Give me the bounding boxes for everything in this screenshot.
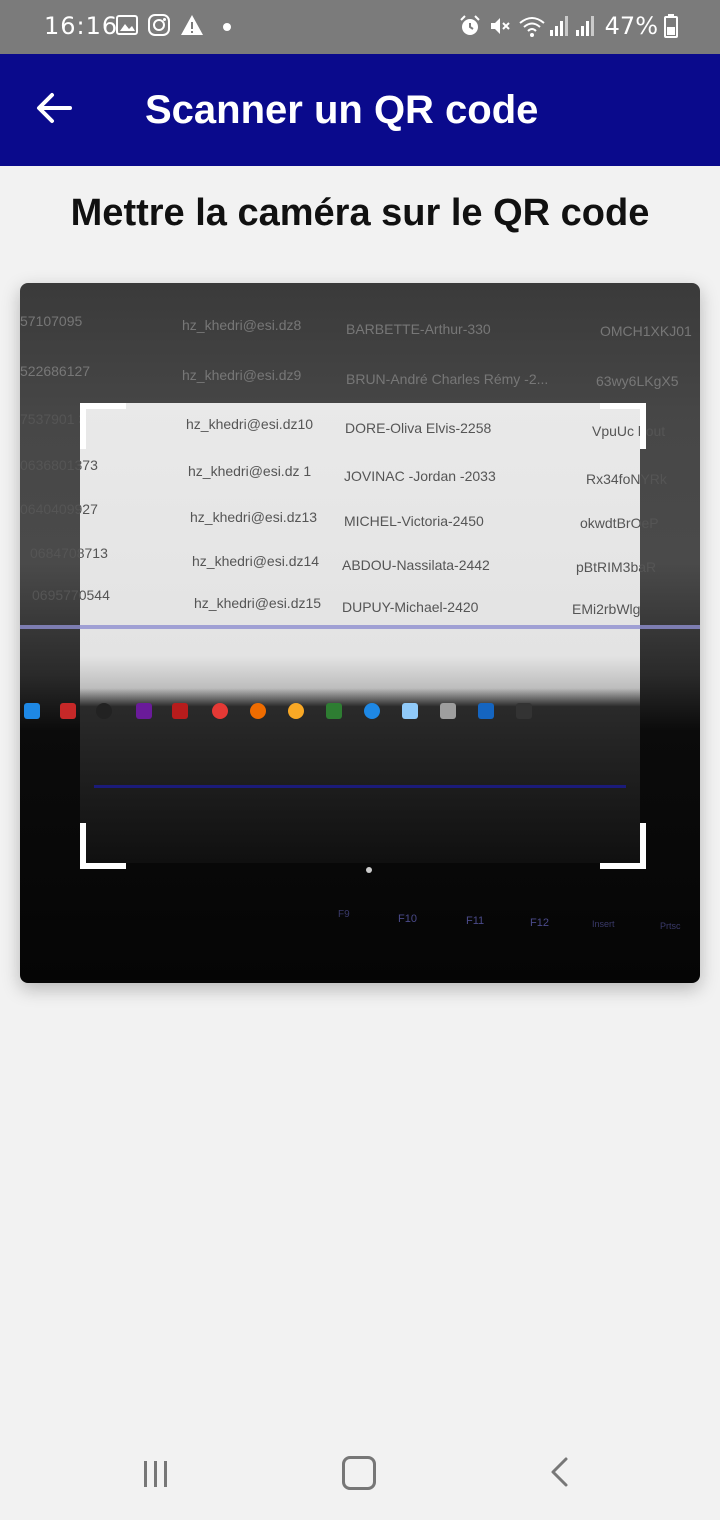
system-nav-bar: [0, 1420, 720, 1520]
row-code: 63wy6LKgX5: [596, 373, 679, 389]
page-title: Scanner un QR code: [145, 88, 539, 132]
row-phone: 7537901 3: [20, 411, 87, 427]
taskbar-app-icon: [24, 703, 40, 719]
taskbar-app-icon: [136, 703, 152, 719]
row-email: hz_khedri@esi.dz13: [190, 509, 318, 525]
recent-apps-icon[interactable]: [140, 1458, 172, 1490]
camera-preview[interactable]: 57107095 hz_khedri@esi.dz8 BARBETTE-Arth…: [20, 283, 700, 983]
taskbar-app-icon: [440, 703, 456, 719]
taskbar-app-icon: [402, 703, 418, 719]
viewfinder-corner-top-right: [600, 403, 646, 449]
row-name: DUPUY-Michael-2420: [342, 599, 479, 615]
scan-line: [94, 785, 626, 788]
instagram-icon: [148, 14, 170, 36]
taskbar-app-icon: [60, 703, 76, 719]
row-email: hz_khedri@esi.dz10: [186, 416, 314, 432]
taskbar-app-icon: [172, 703, 188, 719]
viewfinder-corner-bottom-left: [80, 823, 126, 869]
row-name: DORE-Oliva Elvis-2258: [345, 420, 492, 436]
row-phone: 0695770544: [32, 587, 110, 603]
gallery-icon: [116, 15, 138, 35]
home-icon[interactable]: [342, 1456, 376, 1490]
mute-icon: [491, 18, 510, 34]
keyboard-key: F9: [338, 909, 350, 920]
row-email: hz_khedri@esi.dz8: [182, 317, 302, 333]
app-bar: Scanner un QR code: [0, 54, 720, 166]
taskbar-app-icon: [212, 703, 228, 719]
keyboard-key: Prtsc: [660, 921, 681, 931]
row-phone: 0636801373: [20, 457, 98, 473]
row-email: hz_khedri@esi.dz14: [192, 553, 320, 569]
back-nav-icon[interactable]: [548, 1456, 572, 1488]
row-name: MICHEL-Victoria-2450: [344, 513, 484, 529]
row-code: pBtRIM3baR: [576, 559, 657, 575]
signal-icon-2: [576, 16, 594, 36]
taskbar-app-icon: [250, 703, 266, 719]
keyboard-key: F10: [398, 913, 417, 925]
row-phone: 57107095: [20, 313, 83, 329]
row-phone: 522686127: [20, 363, 91, 379]
battery-percent: 47%: [604, 12, 658, 40]
row-code: Rx34foNYRk: [586, 471, 667, 487]
camera-indicator-dot: [366, 867, 372, 873]
viewfinder-corner-bottom-right: [600, 823, 646, 869]
alarm-icon: [460, 15, 480, 35]
wifi-icon: [519, 17, 545, 37]
row-name: JOVINAC -Jordan -2033: [344, 468, 496, 484]
taskbar-app-icon: [364, 703, 380, 719]
taskbar-app-icon: [516, 703, 532, 719]
row-name: BRUN-André Charles Rémy -2...: [346, 371, 549, 387]
dot-icon: [223, 23, 231, 31]
taskbar-app-icon: [478, 703, 494, 719]
row-name: ABDOU-Nassilata-2442: [342, 557, 490, 573]
row-phone: 0684708713: [30, 545, 108, 561]
viewfinder-corner-top-left: [80, 403, 126, 449]
status-bar: 16:16 47%: [0, 0, 720, 54]
table-divider: [20, 625, 700, 629]
scan-instruction: Mettre la caméra sur le QR code: [70, 192, 650, 234]
row-name: BARBETTE-Arthur-330: [346, 321, 491, 337]
battery-icon: [664, 14, 678, 38]
row-email: hz_khedri@esi.dz9: [182, 367, 302, 383]
back-arrow-icon[interactable]: [30, 84, 78, 132]
row-email: hz_khedri@esi.dz 1: [188, 463, 312, 479]
keyboard-key: F11: [466, 915, 485, 927]
row-phone: 0640409927: [20, 501, 98, 517]
row-code: EMi2rbWlg: [572, 601, 641, 617]
status-time: 16:16: [44, 12, 119, 40]
keyboard-key: Insert: [592, 919, 615, 929]
row-code: OMCH1XKJ01: [600, 323, 692, 339]
taskbar-app-icon: [96, 703, 112, 719]
row-code: okwdtBrOeP: [580, 515, 659, 531]
taskbar-app-icon: [288, 703, 304, 719]
warning-icon: [181, 15, 203, 35]
keyboard-key: F12: [530, 917, 549, 929]
taskbar-app-icon: [326, 703, 342, 719]
captured-taskbar: [20, 693, 700, 727]
row-email: hz_khedri@esi.dz15: [194, 595, 322, 611]
signal-icon: [550, 16, 568, 36]
